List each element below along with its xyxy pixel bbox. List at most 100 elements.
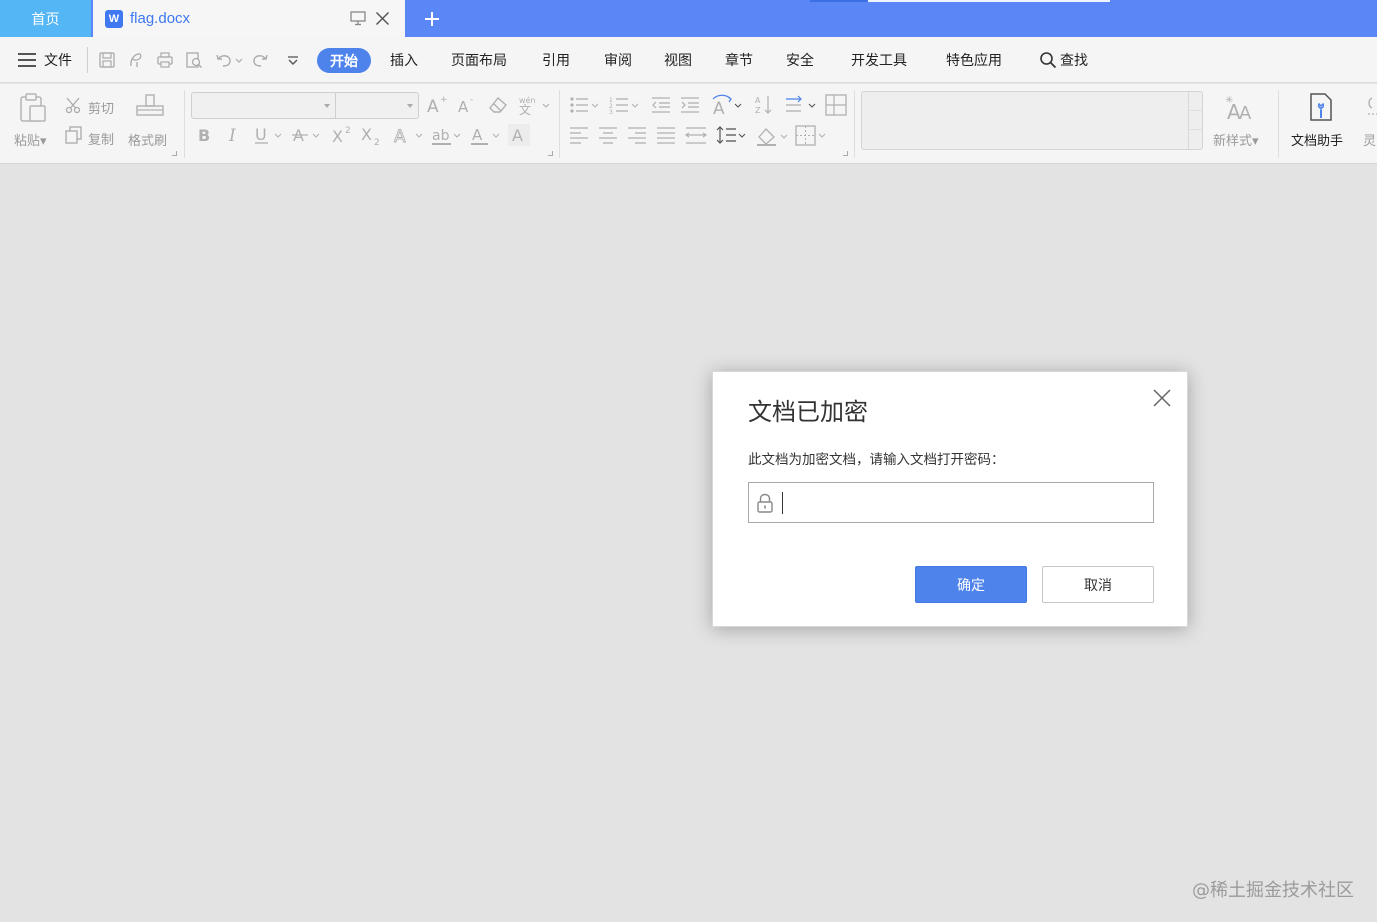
paragraph-shading-icon[interactable]	[756, 125, 790, 151]
partial-tool-icon[interactable]	[1362, 94, 1377, 126]
confirm-button[interactable]: 确定	[915, 566, 1027, 603]
font-name-select[interactable]	[191, 92, 336, 119]
expand-gallery-icon[interactable]	[1189, 130, 1202, 149]
decrease-indent-icon[interactable]	[651, 95, 671, 119]
dialog-title: 文档已加密	[748, 398, 868, 426]
menu-file-label: 文件	[44, 53, 72, 69]
copy-button[interactable]: 复制	[88, 129, 114, 148]
menu-review[interactable]: 审阅	[604, 50, 632, 70]
svg-text:A: A	[427, 97, 439, 116]
customize-quick-access-icon[interactable]	[284, 51, 302, 69]
partial-tool-label[interactable]: 灵	[1363, 130, 1376, 149]
paste-icon[interactable]	[17, 92, 49, 128]
border-icon[interactable]	[795, 125, 829, 151]
text-direction-icon[interactable]: A	[710, 93, 744, 121]
tab-document[interactable]: W flag.docx	[93, 0, 405, 37]
cancel-button[interactable]: 取消	[1042, 566, 1154, 603]
redo-icon[interactable]	[252, 51, 270, 69]
svg-text:2: 2	[345, 126, 351, 136]
undo-icon[interactable]	[214, 51, 244, 69]
paste-button[interactable]: 粘贴▾	[14, 130, 47, 149]
tab-close-icon[interactable]	[375, 11, 390, 30]
align-left-icon[interactable]	[569, 126, 589, 148]
export-pdf-icon[interactable]	[127, 51, 145, 69]
bold-icon[interactable]: B	[196, 125, 214, 149]
superscript-icon[interactable]: X2	[331, 125, 355, 149]
ribbon-toolbar: 粘贴▾ 剪切 复制 格式刷 A + A- wén 文 B I U A X2 X …	[0, 84, 1377, 164]
menu-find-label: 查找	[1060, 53, 1088, 69]
password-input[interactable]	[787, 483, 1147, 522]
character-shading-icon[interactable]: A	[508, 124, 530, 150]
document-assistant-button[interactable]: 文档助手	[1291, 130, 1343, 149]
new-style-icon[interactable]: A A ✳	[1224, 93, 1256, 127]
copy-icon[interactable]	[65, 126, 83, 148]
tab-home[interactable]: 首页	[0, 0, 91, 37]
menu-special-features[interactable]: 特色应用	[946, 50, 1002, 70]
grow-font-icon[interactable]: A +	[426, 94, 448, 120]
shrink-font-icon[interactable]: A-	[456, 94, 478, 120]
line-spacing-icon[interactable]	[716, 125, 748, 149]
svg-text:3: 3	[609, 109, 613, 115]
bullet-list-icon[interactable]	[569, 95, 601, 119]
font-color-icon[interactable]: A	[470, 125, 502, 151]
cut-button[interactable]: 剪切	[88, 98, 114, 117]
distributed-align-icon[interactable]	[685, 126, 707, 148]
style-gallery[interactable]	[861, 91, 1203, 150]
clear-format-icon[interactable]	[487, 95, 509, 119]
justify-icon[interactable]	[656, 126, 676, 148]
sort-icon[interactable]: AZ	[754, 94, 774, 120]
svg-text:+: +	[440, 95, 448, 105]
phonetic-guide-icon[interactable]: wén 文	[518, 94, 552, 120]
font-size-select[interactable]	[335, 92, 419, 119]
menu-start[interactable]: 开始	[317, 48, 371, 73]
cut-icon[interactable]	[65, 96, 83, 118]
scroll-up-icon[interactable]	[1189, 92, 1202, 111]
scroll-down-icon[interactable]	[1189, 111, 1202, 130]
hamburger-icon	[18, 53, 36, 67]
svg-text:✳: ✳	[1225, 95, 1233, 106]
new-tab-plus-icon[interactable]	[422, 9, 442, 29]
align-center-icon[interactable]	[598, 126, 618, 148]
svg-text:A: A	[755, 96, 761, 105]
password-field[interactable]	[748, 482, 1154, 523]
svg-text:文: 文	[519, 102, 531, 116]
float-window-icon[interactable]	[350, 11, 366, 30]
new-style-button[interactable]: 新样式▾	[1213, 130, 1259, 149]
document-assistant-icon[interactable]	[1307, 92, 1337, 128]
underline-icon[interactable]: U	[254, 125, 284, 149]
highlight-icon[interactable]: ab	[431, 125, 463, 151]
align-right-icon[interactable]	[627, 126, 647, 148]
text-effect-icon[interactable]: A	[393, 125, 425, 149]
style-gallery-scroll[interactable]	[1188, 92, 1202, 149]
menu-find[interactable]: 查找	[1039, 50, 1088, 70]
ribbon-divider	[559, 90, 560, 158]
numbered-list-icon[interactable]: 123	[609, 95, 641, 119]
italic-icon[interactable]: I	[226, 125, 244, 149]
svg-text:A: A	[458, 98, 469, 116]
clipboard-dialog-launcher[interactable]	[172, 151, 177, 156]
font-dialog-launcher[interactable]	[548, 151, 553, 156]
subscript-icon[interactable]: X2	[360, 125, 384, 151]
menu-chapter[interactable]: 章节	[725, 50, 753, 70]
text-caret	[782, 492, 783, 514]
close-icon[interactable]	[1152, 388, 1172, 408]
menu-developer-tools[interactable]: 开发工具	[851, 50, 907, 70]
increase-indent-icon[interactable]	[680, 95, 700, 119]
strikethrough-icon[interactable]: A	[292, 125, 322, 149]
menu-page-layout[interactable]: 页面布局	[451, 50, 507, 70]
svg-text:Z: Z	[755, 106, 761, 115]
table-layout-icon[interactable]	[825, 94, 847, 120]
show-hide-marks-icon[interactable]	[785, 95, 819, 119]
print-icon[interactable]	[156, 51, 174, 69]
print-preview-icon[interactable]	[185, 51, 203, 69]
format-painter-button[interactable]: 格式刷	[128, 130, 167, 149]
menu-file[interactable]: 文件	[18, 50, 72, 70]
lock-icon	[756, 493, 774, 517]
format-painter-icon[interactable]	[135, 92, 165, 128]
menu-insert[interactable]: 插入	[390, 50, 418, 70]
menu-reference[interactable]: 引用	[542, 50, 570, 70]
save-icon[interactable]	[98, 51, 116, 69]
menu-security[interactable]: 安全	[786, 50, 814, 70]
paragraph-dialog-launcher[interactable]	[843, 151, 848, 156]
menu-view[interactable]: 视图	[664, 50, 692, 70]
